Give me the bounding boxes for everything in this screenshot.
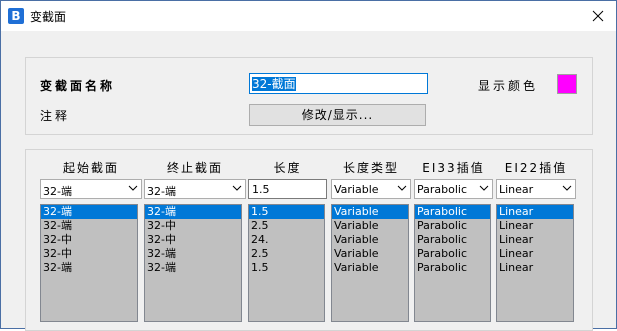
length-input[interactable]: 1.5 [248,179,327,199]
list-item[interactable]: Variable [332,233,408,247]
list-item[interactable]: Parabolic [415,233,490,247]
list-item[interactable]: Linear [497,219,573,233]
list-item[interactable]: Linear [497,205,573,219]
length-type-list[interactable]: Variable Variable Variable Variable Vari… [331,204,409,322]
close-icon [592,10,604,22]
chevron-down-icon [397,185,407,191]
list-item[interactable]: 1.5 [249,205,324,219]
list-item[interactable]: 2.5 [249,247,324,261]
title-bar: B 变截面 [1,1,616,31]
name-input[interactable]: 32-截面 [249,73,428,94]
list-item[interactable]: 32-中 [145,219,241,233]
list-item[interactable]: 32-端 [41,205,137,219]
end-section-list[interactable]: 32-端 32-中 32-中 32-端 32-端 [144,204,242,322]
chevron-down-icon [479,185,489,191]
list-item[interactable]: 32-端 [145,261,241,275]
chevron-down-icon [562,185,572,191]
list-item[interactable]: 2.5 [249,219,324,233]
ei33-interp-combo[interactable]: Parabolic [414,179,493,199]
start-section-list[interactable]: 32-端 32-端 32-中 32-中 32-端 [40,204,138,322]
list-item[interactable]: Parabolic [415,219,490,233]
display-color-swatch[interactable] [557,74,577,94]
length-type-combo[interactable]: Variable [331,179,411,199]
ei22-interp-combo[interactable]: Linear [496,179,576,199]
end-section-combo[interactable]: 32-端 [144,179,246,199]
list-item[interactable]: 32-端 [41,219,137,233]
chevron-down-icon [128,185,138,191]
name-input-value: 32-截面 [252,77,296,91]
display-color-label: 显示颜色 [478,79,539,93]
end-section-combo-value: 32-端 [147,185,176,198]
modify-display-button[interactable]: 修改/显示... [249,104,426,126]
end-section-header: 终止截面 [166,161,223,175]
list-item[interactable]: Variable [332,219,408,233]
ei22-interp-combo-value: Linear [499,183,534,196]
length-type-combo-value: Variable [334,183,379,196]
list-item[interactable]: 32-端 [145,205,241,219]
length-type-header: 长度类型 [342,161,399,175]
start-section-combo-value: 32-端 [43,185,72,198]
chevron-down-icon [232,185,242,191]
ei22-interp-header: EI22插值 [504,161,568,175]
length-header: 长度 [273,161,302,175]
length-input-value: 1.5 [252,183,270,196]
list-item[interactable]: Linear [497,233,573,247]
list-item[interactable]: Variable [332,205,408,219]
ei22-interp-list[interactable]: Linear Linear Linear Linear Linear [496,204,574,322]
comment-label: 注释 [40,109,71,123]
list-item[interactable]: 32-中 [41,233,137,247]
window-title: 变截面 [30,10,67,24]
start-section-header: 起始截面 [62,161,119,175]
length-list[interactable]: 1.5 2.5 24. 2.5 1.5 [248,204,325,322]
list-item[interactable]: Parabolic [415,205,490,219]
app-icon: B [8,8,24,24]
list-item[interactable]: 32-端 [145,247,241,261]
name-label: 变截面名称 [40,79,116,93]
dialog-window: B 变截面 变截面名称 32-截面 显示颜色 注释 修改/显示... 起始截面 … [0,0,617,331]
list-item[interactable]: Parabolic [415,261,490,275]
list-item[interactable]: 24. [249,233,324,247]
close-button[interactable] [587,5,609,27]
list-item[interactable]: Linear [497,261,573,275]
list-item[interactable]: Variable [332,247,408,261]
list-item[interactable]: Parabolic [415,247,490,261]
start-section-combo[interactable]: 32-端 [40,179,142,199]
section-properties-panel: 变截面名称 32-截面 显示颜色 注释 修改/显示... [25,57,593,135]
dialog-client: 变截面名称 32-截面 显示颜色 注释 修改/显示... 起始截面 32-端 3… [9,41,607,331]
list-item[interactable]: 32-中 [145,233,241,247]
list-item[interactable]: Linear [497,247,573,261]
list-item[interactable]: 1.5 [249,261,324,275]
list-item[interactable]: 32-中 [41,247,137,261]
ei33-interp-list[interactable]: Parabolic Parabolic Parabolic Parabolic … [414,204,491,322]
list-item[interactable]: 32-端 [41,261,137,275]
list-item[interactable]: Variable [332,261,408,275]
ei33-interp-header: EI33插值 [422,161,485,175]
segments-panel: 起始截面 32-端 32-端 32-端 32-中 32-中 32-端 终止截面 … [25,149,593,331]
ei33-interp-combo-value: Parabolic [417,183,468,196]
